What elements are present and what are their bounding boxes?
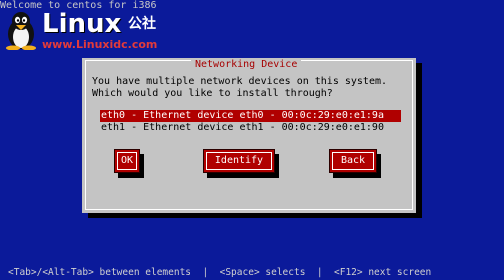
site-logo: Linux 公社 www.Linuxidc.com bbox=[0, 8, 180, 52]
dialog-title: Networking Device bbox=[191, 59, 302, 71]
device-listbox[interactable]: eth0 - Ethernet device eth0 - 00:0c:29:e… bbox=[100, 110, 401, 134]
tux-penguin-icon bbox=[6, 12, 36, 50]
ok-button[interactable]: OK bbox=[114, 149, 140, 173]
networking-device-dialog: Networking Device You have multiple netw… bbox=[82, 58, 416, 213]
logo-url: www.Linuxidc.com bbox=[42, 38, 158, 51]
identify-button-label: Identify bbox=[206, 152, 272, 170]
dialog-prompt: You have multiple network devices on thi… bbox=[92, 76, 387, 100]
prompt-line-2: Which would you like to install through? bbox=[92, 88, 333, 99]
device-item-eth0[interactable]: eth0 - Ethernet device eth0 - 00:0c:29:e… bbox=[100, 110, 401, 122]
ok-button-label: OK bbox=[117, 152, 137, 170]
back-button[interactable]: Back bbox=[329, 149, 377, 173]
logo-chinese-text: 公社 bbox=[128, 16, 156, 32]
device-item-eth1[interactable]: eth1 - Ethernet device eth1 - 00:0c:29:e… bbox=[100, 122, 401, 134]
status-bar: <Tab>/<Alt-Tab> between elements | <Spac… bbox=[8, 267, 432, 278]
identify-button[interactable]: Identify bbox=[203, 149, 275, 173]
back-button-label: Back bbox=[332, 152, 374, 170]
prompt-line-1: You have multiple network devices on thi… bbox=[92, 76, 388, 87]
logo-wordmark: Linux bbox=[42, 9, 122, 39]
